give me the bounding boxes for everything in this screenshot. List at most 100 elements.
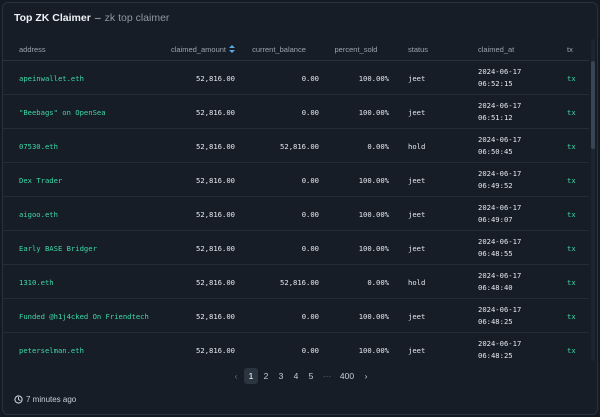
claimed-amount-cell: 52,816.00 [196,277,235,287]
table-row: Early BASE Bridger 52,816.00 0.00 100.00… [3,231,589,265]
percent-sold-cell: 100.00% [358,243,389,253]
panel-title[interactable]: Top ZK Claimer [14,12,91,24]
claimed-at-date: 2024-06-17 [478,305,522,314]
address-link[interactable]: 07530.eth [19,129,58,163]
dashboard-panel: Top ZK Claimer – zk top claimer address … [2,2,598,415]
column-header-claimed-at[interactable]: claimed_at [478,45,514,54]
current-balance-cell: 52,816.00 [280,277,319,287]
claimed-at-cell: 2024-06-17 06:48:40 [478,265,521,299]
tx-link[interactable]: tx [567,299,576,333]
percent-sold-cell: 100.00% [358,345,389,355]
address-link[interactable]: peterselman.eth [19,333,84,365]
next-page-button[interactable]: › [359,368,373,384]
claimed-at-date: 2024-06-17 [478,169,522,178]
claimed-at-time: 06:48:55 [478,249,513,258]
tx-link[interactable]: tx [567,95,576,129]
column-header-current-balance[interactable]: current_balance [239,45,319,54]
claimed-amount-cell: 52,816.00 [196,209,235,219]
tx-link[interactable]: tx [567,163,576,197]
claimed-at-date: 2024-06-17 [478,339,522,348]
status-cell: jeet [408,345,426,355]
clock-icon [14,395,23,404]
claimed-at-cell: 2024-06-17 06:50:45 [478,129,521,163]
claimed-at-time: 06:49:07 [478,215,513,224]
tx-link[interactable]: tx [567,231,576,265]
current-balance-cell: 52,816.00 [280,141,319,151]
address-link[interactable]: "Beebags" on OpenSea [19,95,106,129]
status-cell: jeet [408,243,426,253]
claimed-at-time: 06:48:25 [478,351,513,360]
page-button-5[interactable]: 5 [304,368,318,384]
table-row: apeinwallet.eth 52,816.00 0.00 100.00% j… [3,61,589,95]
claimed-at-date: 2024-06-17 [478,101,522,110]
page-button-last[interactable]: 400 [336,368,358,384]
last-updated-text: 7 minutes ago [26,395,77,404]
table-row: 1310.eth 52,816.00 52,816.00 0.00% hold … [3,265,589,299]
table-row: 07530.eth 52,816.00 52,816.00 0.00% hold… [3,129,589,163]
status-cell: hold [408,141,426,151]
prev-page-button[interactable]: ‹ [229,368,243,384]
status-cell: jeet [408,209,426,219]
claimed-amount-cell: 52,816.00 [196,345,235,355]
column-header-tx[interactable]: tx [567,45,573,54]
panel-subtitle: zk top claimer [104,12,170,24]
status-cell: hold [408,277,426,287]
claimed-at-time: 06:50:45 [478,147,513,156]
claimed-at-time: 06:48:25 [478,317,513,326]
address-link[interactable]: Dex Trader [19,163,62,197]
column-header-status[interactable]: status [408,45,428,54]
page-button-1[interactable]: 1 [244,368,258,384]
percent-sold-cell: 100.00% [358,73,389,83]
current-balance-cell: 0.00 [301,175,319,185]
percent-sold-cell: 0.00% [367,141,389,151]
column-header-claimed-amount[interactable]: claimed_amount [153,45,235,54]
page-button-2[interactable]: 2 [259,368,273,384]
table-row: "Beebags" on OpenSea 52,816.00 0.00 100.… [3,95,589,129]
claimed-amount-cell: 52,816.00 [196,141,235,151]
table-scrollbar[interactable] [591,39,595,361]
current-balance-cell: 0.00 [301,209,319,219]
table-row: aigoo.eth 52,816.00 0.00 100.00% jeet 20… [3,197,589,231]
claimed-at-cell: 2024-06-17 06:48:55 [478,231,521,265]
claimed-amount-cell: 52,816.00 [196,175,235,185]
table-row: Funded @h1j4cked On Friendtech 52,816.00… [3,299,589,333]
claimed-at-cell: 2024-06-17 06:49:52 [478,163,521,197]
column-header-address[interactable]: address [19,45,46,54]
address-link[interactable]: Funded @h1j4cked On Friendtech [19,299,149,333]
table-row: Dex Trader 52,816.00 0.00 100.00% jeet 2… [3,163,589,197]
tx-link[interactable]: tx [567,197,576,231]
last-updated: 7 minutes ago [14,395,76,404]
percent-sold-cell: 0.00% [367,277,389,287]
claimed-amount-cell: 52,816.00 [196,311,235,321]
sort-arrows-icon[interactable] [229,45,235,53]
tx-link[interactable]: tx [567,61,576,95]
claimed-at-time: 06:51:12 [478,113,513,122]
results-table: address claimed_amount current_balance p… [3,37,589,365]
page-button-4[interactable]: 4 [289,368,303,384]
claimed-at-cell: 2024-06-17 06:52:15 [478,61,521,95]
status-cell: jeet [408,311,426,321]
scrollbar-thumb[interactable] [591,61,595,149]
claimed-at-date: 2024-06-17 [478,203,522,212]
tx-link[interactable]: tx [567,265,576,299]
tx-link[interactable]: tx [567,129,576,163]
address-link[interactable]: Early BASE Bridger [19,231,97,265]
address-link[interactable]: aigoo.eth [19,197,58,231]
address-link[interactable]: 1310.eth [19,265,54,299]
tx-link[interactable]: tx [567,333,576,365]
claimed-amount-cell: 52,816.00 [196,107,235,117]
page-ellipsis[interactable]: ··· [319,368,335,384]
title-separator: – [94,12,101,24]
page-button-3[interactable]: 3 [274,368,288,384]
column-header-percent-sold[interactable]: percent_sold [323,45,389,54]
claimed-at-cell: 2024-06-17 06:49:07 [478,197,521,231]
status-cell: jeet [408,107,426,117]
claimed-at-time: 06:49:52 [478,181,513,190]
address-link[interactable]: apeinwallet.eth [19,61,84,95]
claimed-amount-cell: 52,816.00 [196,243,235,253]
status-cell: jeet [408,175,426,185]
pagination: ‹ 1 2 3 4 5 ··· 400 › [3,367,597,385]
table-header: address claimed_amount current_balance p… [3,37,589,61]
panel-header: Top ZK Claimer – zk top claimer [14,11,169,25]
claimed-amount-cell: 52,816.00 [196,73,235,83]
